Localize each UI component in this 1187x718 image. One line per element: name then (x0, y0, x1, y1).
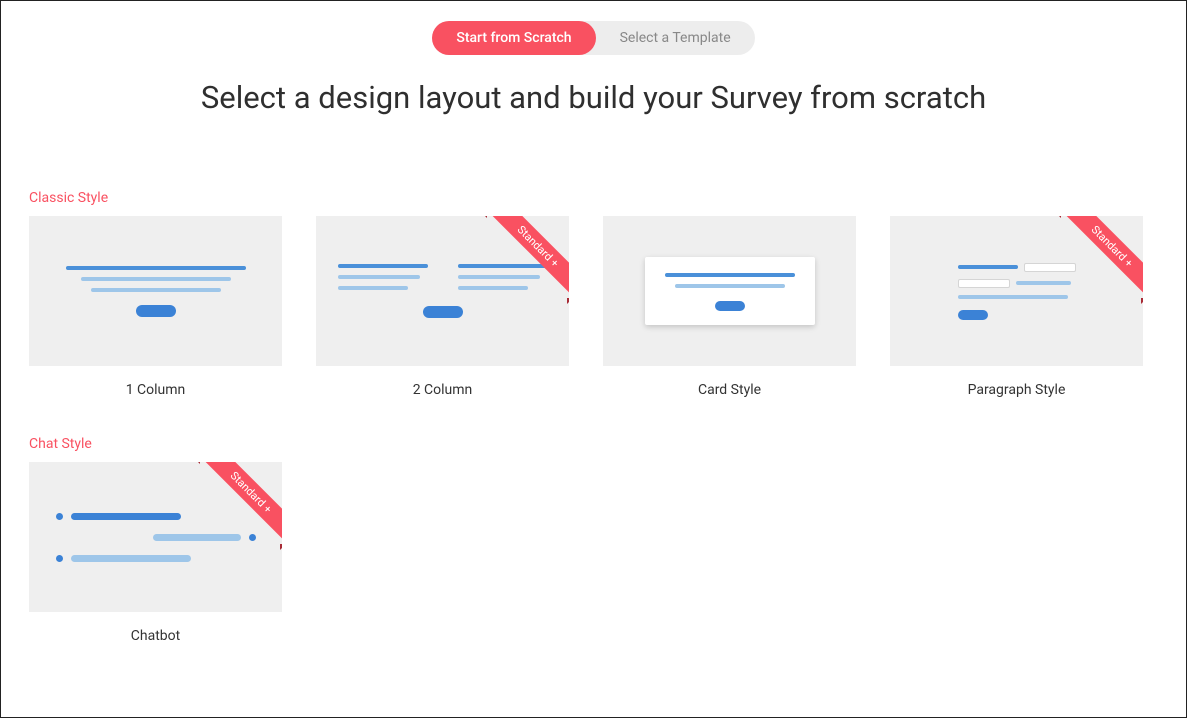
layout-card-paragraph-style[interactable]: Paragraph Style (890, 216, 1143, 398)
thumb-2-column (316, 216, 569, 366)
thumb-title-chatbot: Chatbot (29, 628, 282, 644)
thumb-1-column (29, 216, 282, 366)
thumb-title-paragraph-style: Paragraph Style (890, 382, 1143, 398)
thumb-card-style (603, 216, 856, 366)
page-title: Select a design layout and build your Su… (29, 79, 1158, 116)
thumb-title-card-style: Card Style (603, 382, 856, 398)
thumb-chatbot (29, 462, 282, 612)
thumb-title-1-column: 1 Column (29, 382, 282, 398)
section-label-chat: Chat Style (29, 436, 1158, 452)
tab-start-from-scratch[interactable]: Start from Scratch (432, 21, 595, 55)
classic-card-row: 1 Column (29, 216, 1158, 398)
section-label-classic: Classic Style (29, 190, 1158, 206)
thumb-title-2-column: 2 Column (316, 382, 569, 398)
thumb-paragraph-style (890, 216, 1143, 366)
layout-card-2-column[interactable]: 2 Column (316, 216, 569, 398)
view-toggle: Start from Scratch Select a Template (29, 21, 1158, 55)
tab-select-template[interactable]: Select a Template (596, 21, 755, 55)
layout-card-1-column[interactable]: 1 Column (29, 216, 282, 398)
layout-card-card-style[interactable]: Card Style (603, 216, 856, 398)
layout-card-chatbot[interactable]: Chatbot (29, 462, 282, 644)
toggle-pill: Start from Scratch Select a Template (432, 21, 754, 55)
chat-card-row: Chatbot (29, 462, 1158, 644)
